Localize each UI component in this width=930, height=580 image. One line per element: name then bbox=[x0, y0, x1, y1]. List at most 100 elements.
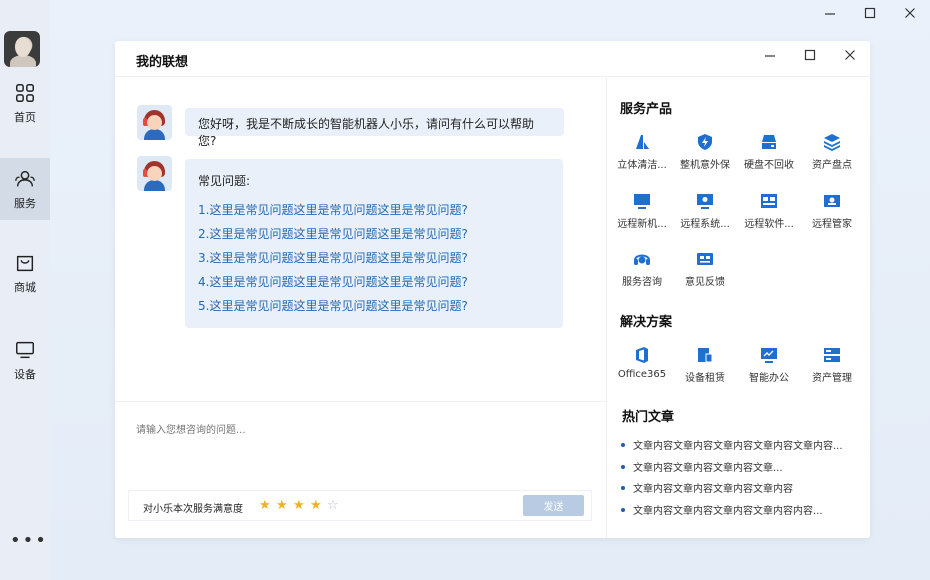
minimize-icon bbox=[825, 13, 835, 15]
dialog-controls bbox=[750, 43, 870, 67]
service-item[interactable]: 远程新机... bbox=[611, 192, 673, 230]
panel-divider bbox=[606, 77, 607, 538]
input-divider bbox=[115, 401, 606, 402]
faq-link[interactable]: 3.这里是常见问题这里是常见问题这里是常见问题? bbox=[198, 251, 550, 275]
close-icon bbox=[905, 8, 915, 18]
remote-manager-icon bbox=[824, 195, 840, 207]
bag-icon bbox=[16, 255, 34, 271]
star-icon[interactable]: ★ bbox=[310, 498, 327, 513]
solution-label: 智能办公 bbox=[749, 373, 789, 384]
solution-item[interactable]: 资产管理 bbox=[801, 346, 863, 384]
monitor-icon bbox=[16, 341, 34, 358]
harddisk-icon bbox=[762, 135, 776, 149]
star-outline-icon[interactable]: ☆ bbox=[327, 498, 344, 513]
article-item[interactable]: 文章内容文章内容文章内容文章内容 bbox=[621, 480, 793, 495]
users-icon bbox=[15, 170, 35, 186]
sidebar-item-service[interactable]: 服务 bbox=[0, 158, 50, 220]
article-title: 文章内容文章内容文章内容文章内容内容... bbox=[633, 506, 823, 517]
rating-stars[interactable]: ★ ★ ★ ★ ☆ bbox=[259, 498, 344, 513]
dialog-title: 我的联想 bbox=[136, 55, 189, 70]
bullet-icon bbox=[621, 465, 625, 469]
service-item[interactable]: 整机意外保 bbox=[674, 133, 736, 171]
faq-link[interactable]: 2.这里是常见问题这里是常见问题这里是常见问题? bbox=[198, 227, 550, 251]
layers-icon bbox=[824, 134, 840, 151]
send-button[interactable]: 发送 bbox=[523, 495, 584, 516]
title-divider bbox=[115, 76, 870, 77]
shield-icon bbox=[698, 134, 712, 150]
window-controls bbox=[810, 0, 930, 26]
service-label: 远程系统... bbox=[680, 219, 730, 230]
smart-office-icon bbox=[761, 348, 777, 363]
service-label: 远程软件... bbox=[744, 219, 794, 230]
service-label: 硬盘不回收 bbox=[744, 160, 794, 171]
remote-software-icon bbox=[761, 194, 777, 208]
greeting-bubble: 您好呀，我是不断成长的智能机器人小乐，请问有什么可以帮助您? bbox=[185, 108, 564, 148]
star-icon[interactable]: ★ bbox=[293, 498, 310, 513]
service-label: 远程新机... bbox=[617, 219, 667, 230]
maximize-icon bbox=[864, 7, 876, 19]
service-item[interactable]: 远程管家 bbox=[801, 192, 863, 230]
service-item[interactable]: 远程系统... bbox=[674, 192, 736, 230]
service-item[interactable]: 远程软件... bbox=[738, 192, 800, 230]
monitor-icon bbox=[634, 194, 650, 209]
solution-item[interactable]: Office365 bbox=[611, 346, 673, 380]
service-item[interactable]: 资产盘点 bbox=[801, 133, 863, 171]
bullet-icon bbox=[621, 508, 625, 512]
bullet-icon bbox=[621, 486, 625, 490]
faq-link[interactable]: 1.这里是常见问题这里是常见问题这里是常见问题? bbox=[198, 203, 550, 227]
bot-avatar bbox=[137, 156, 172, 191]
office-icon bbox=[636, 347, 648, 363]
device-rent-icon bbox=[698, 348, 713, 363]
service-label: 服务咨询 bbox=[622, 277, 662, 288]
service-item[interactable]: 服务咨询 bbox=[611, 250, 673, 288]
solution-label: 资产管理 bbox=[812, 373, 852, 384]
faq-title: 常见问题: bbox=[198, 174, 251, 188]
headset-icon bbox=[634, 254, 650, 265]
more-menu-button[interactable]: ••• bbox=[10, 532, 46, 550]
close-icon bbox=[845, 50, 855, 60]
service-label: 远程管家 bbox=[812, 219, 852, 230]
article-item[interactable]: 文章内容文章内容文章内容文章内容内容... bbox=[621, 502, 823, 517]
article-item[interactable]: 文章内容文章内容文章内容文章... bbox=[621, 459, 783, 474]
question-input[interactable] bbox=[136, 420, 576, 440]
grid-icon bbox=[16, 83, 34, 102]
bullet-icon bbox=[621, 443, 625, 447]
service-label: 意见反馈 bbox=[685, 277, 725, 288]
article-title: 文章内容文章内容文章内容文章... bbox=[633, 463, 783, 474]
window-maximize-button[interactable] bbox=[850, 0, 890, 26]
solution-label: 设备租赁 bbox=[685, 373, 725, 384]
article-title: 文章内容文章内容文章内容文章内容 bbox=[633, 484, 793, 495]
article-item[interactable]: 文章内容文章内容文章内容文章内容文章内容... bbox=[621, 437, 843, 452]
maximize-icon bbox=[804, 49, 816, 61]
window-minimize-button[interactable] bbox=[810, 0, 850, 26]
clean-icon bbox=[636, 135, 649, 149]
article-title: 文章内容文章内容文章内容文章内容文章内容... bbox=[633, 441, 843, 452]
sidebar-item-label: 商城 bbox=[14, 280, 36, 294]
star-icon[interactable]: ★ bbox=[276, 498, 293, 513]
sidebar-item-label: 首页 bbox=[14, 110, 36, 124]
sidebar-item-device[interactable]: 设备 bbox=[0, 329, 50, 391]
bot-avatar bbox=[137, 105, 172, 140]
lenovo-dialog: 我的联想 您好呀，我是不断成长的智能机器人小乐，请问有什么可以帮助您? 常见问题… bbox=[115, 41, 870, 538]
service-item[interactable]: 硬盘不回收 bbox=[738, 133, 800, 171]
window-close-button[interactable] bbox=[890, 0, 930, 26]
star-icon[interactable]: ★ bbox=[259, 498, 276, 513]
dialog-minimize-button[interactable] bbox=[750, 43, 790, 67]
rating-label: 对小乐本次服务满意度 bbox=[143, 504, 243, 515]
dialog-close-button[interactable] bbox=[830, 43, 870, 67]
sidebar-item-label: 服务 bbox=[14, 196, 36, 210]
service-label: 整机意外保 bbox=[680, 160, 730, 171]
faq-link[interactable]: 5.这里是常见问题这里是常见问题这里是常见问题? bbox=[198, 299, 550, 323]
services-title: 服务产品 bbox=[620, 102, 673, 117]
solution-item[interactable]: 设备租赁 bbox=[674, 346, 736, 384]
solution-item[interactable]: 智能办公 bbox=[738, 346, 800, 384]
service-label: 资产盘点 bbox=[812, 160, 852, 171]
service-item[interactable]: 立体清洁... bbox=[611, 133, 673, 171]
dialog-maximize-button[interactable] bbox=[790, 43, 830, 67]
faq-bubble: 常见问题: 1.这里是常见问题这里是常见问题这里是常见问题? 2.这里是常见问题… bbox=[185, 159, 563, 328]
faq-link[interactable]: 4.这里是常见问题这里是常见问题这里是常见问题? bbox=[198, 275, 550, 299]
avatar[interactable] bbox=[4, 31, 40, 67]
sidebar-item-mall[interactable]: 商城 bbox=[0, 242, 50, 304]
sidebar-item-home[interactable]: 首页 bbox=[0, 72, 50, 134]
service-item[interactable]: 意见反馈 bbox=[674, 250, 736, 288]
